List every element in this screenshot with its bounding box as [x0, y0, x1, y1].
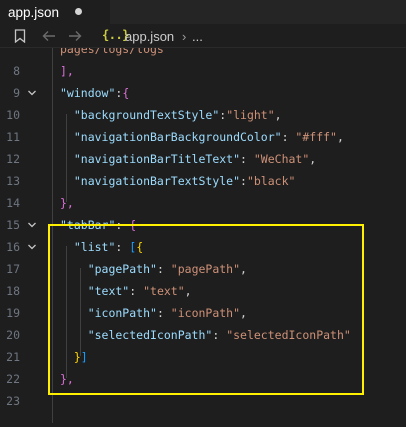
code-token: : [240, 174, 247, 188]
code-token: "black" [246, 174, 296, 188]
code-token: "light" [226, 108, 275, 122]
code-token: "navigationBarTitleText" [60, 152, 241, 166]
code-token: : [240, 152, 254, 166]
code-text: "navigationBarBackgroundColor": "#fff", [60, 126, 344, 148]
code-token: "WeChat" [253, 152, 310, 166]
code-text: ], [60, 60, 74, 82]
code-line[interactable]: pages/logs/logs [0, 48, 406, 60]
breadcrumb-separator: › [182, 29, 187, 44]
line-number: 8 [13, 64, 20, 78]
code-token: , [274, 108, 282, 122]
code-line[interactable]: 10 "backgroundTextStyle":"light", [0, 104, 406, 126]
editor-tab-bar: app.json [0, 0, 406, 24]
tab-app-json[interactable]: app.json [0, 0, 110, 24]
code-token: "navigationBarBackgroundColor" [60, 130, 282, 144]
code-text: pages/logs/logs [60, 48, 164, 60]
code-token: "navigationBarTextStyle" [60, 174, 241, 188]
unsaved-dot-icon[interactable] [75, 8, 82, 15]
line-number: 19 [6, 306, 20, 320]
code-line[interactable]: 13 "navigationBarTextStyle":"black" [0, 170, 406, 192]
line-number: 10 [6, 108, 20, 122]
line-number: 18 [6, 284, 20, 298]
line-number: 16 [6, 240, 20, 254]
line-number: 14 [6, 196, 20, 210]
line-number: 21 [6, 350, 20, 364]
tab-bar-empty-area [110, 0, 406, 24]
code-token: , [336, 130, 344, 144]
breadcrumb-file[interactable]: app.json [125, 29, 174, 44]
code-line[interactable]: 14}, [0, 192, 406, 214]
line-number: 20 [6, 328, 20, 342]
code-token: , [309, 152, 317, 166]
line-number: 22 [6, 372, 20, 386]
bookmark-icon[interactable] [12, 27, 28, 45]
code-token: pages/logs/logs [60, 48, 164, 56]
back-arrow-icon[interactable] [40, 27, 58, 45]
code-token: "window" [60, 86, 116, 100]
fold-chevron-icon[interactable] [27, 88, 37, 98]
line-number: 12 [6, 152, 20, 166]
line-number: 17 [6, 262, 20, 276]
line-number: 15 [6, 218, 20, 232]
code-line[interactable]: 12 "navigationBarTitleText": "WeChat", [0, 148, 406, 170]
code-token: : [281, 130, 296, 144]
fold-chevron-icon[interactable] [27, 220, 37, 230]
code-token: ], [60, 64, 74, 78]
code-line[interactable]: 9 "window":{ [0, 82, 406, 104]
line-number: 9 [13, 86, 20, 100]
line-number: 11 [6, 130, 20, 144]
breadcrumb-more[interactable]: ... [192, 29, 203, 44]
line-number: 13 [6, 174, 20, 188]
code-line[interactable]: 8], [0, 60, 406, 82]
code-token: "#fff" [295, 130, 337, 144]
tab-title: app.json [8, 4, 60, 20]
code-text: "navigationBarTitleText": "WeChat", [60, 148, 316, 170]
annotation-highlight-box [48, 224, 364, 395]
code-text: "backgroundTextStyle":"light", [60, 104, 282, 126]
code-text: }, [60, 192, 74, 214]
editor-toolbar: {..} app.json › ... [0, 24, 406, 48]
code-token: "backgroundTextStyle" [60, 108, 220, 122]
code-text: "window":{ [60, 82, 129, 104]
fold-chevron-icon[interactable] [27, 242, 37, 252]
code-line[interactable]: 11 "navigationBarBackgroundColor": "#fff… [0, 126, 406, 148]
forward-arrow-icon[interactable] [66, 27, 84, 45]
code-text: "navigationBarTextStyle":"black" [60, 170, 296, 192]
line-number: 23 [6, 394, 20, 408]
code-token: { [122, 86, 130, 100]
code-token: }, [60, 196, 74, 210]
